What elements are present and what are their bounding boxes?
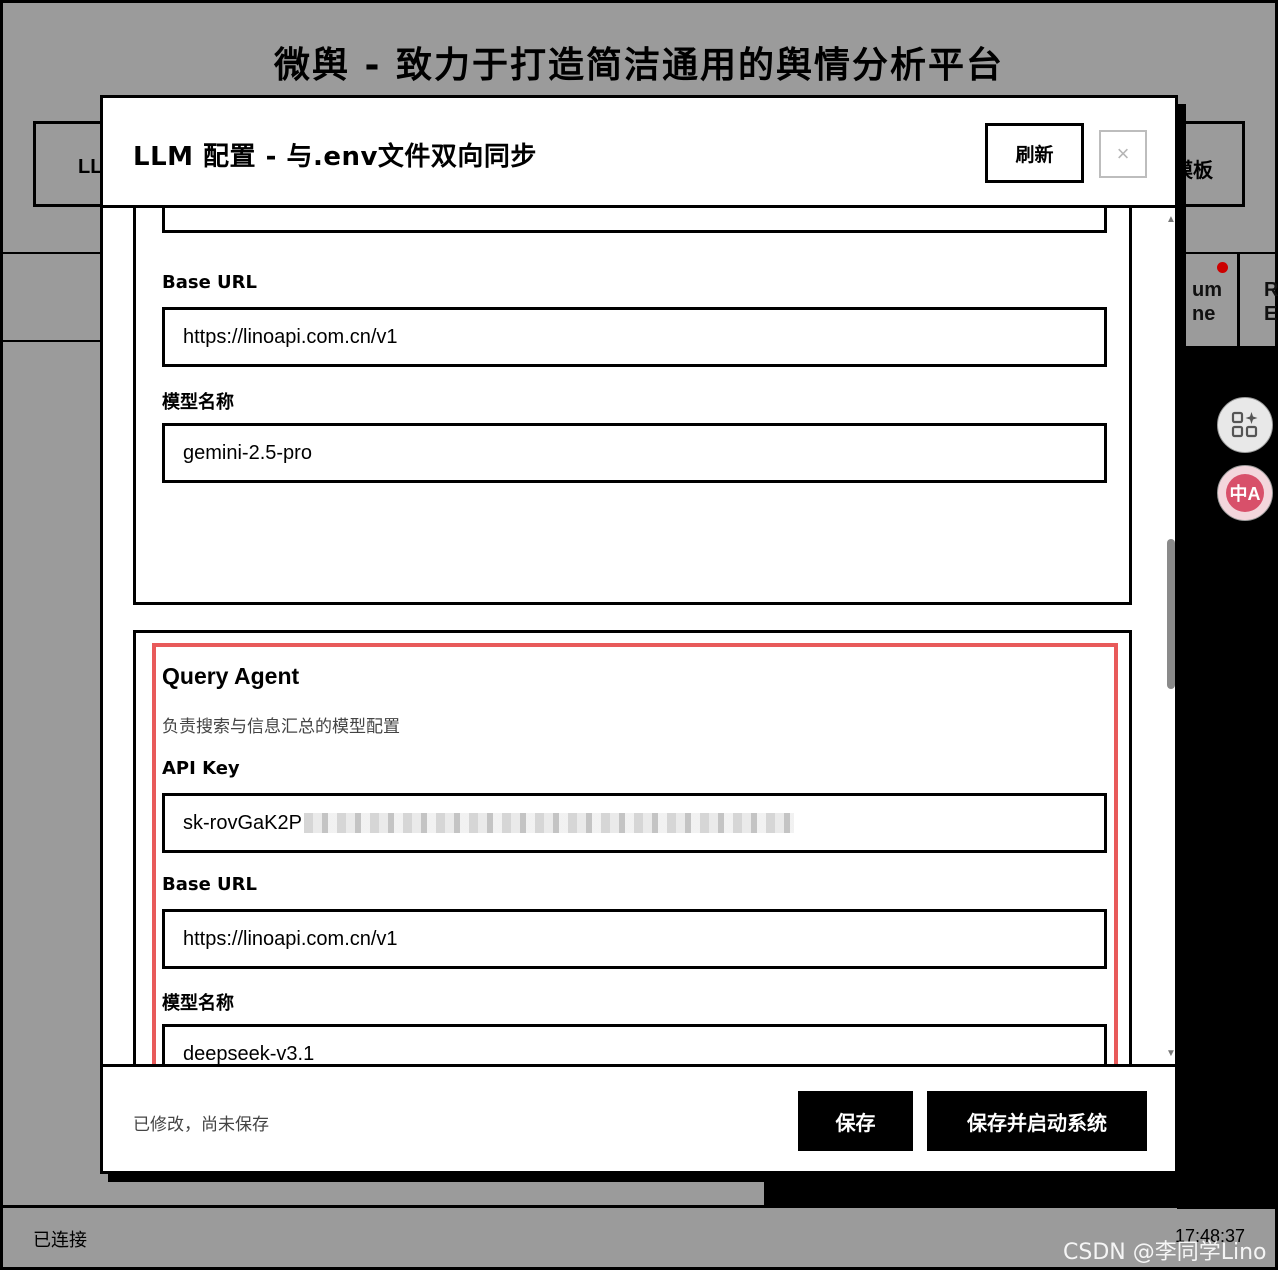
apps-sparkle-button[interactable] xyxy=(1217,397,1273,453)
notification-dot xyxy=(1217,262,1228,273)
engine-tab-label: ne xyxy=(1192,303,1216,325)
engine-tab-label: E xyxy=(1264,303,1278,325)
save-status: 已修改，尚未保存 xyxy=(133,1115,269,1135)
status-bar-divider xyxy=(3,1205,1275,1208)
engine-tab-report[interactable]: R E xyxy=(1237,254,1278,349)
left-column-divider xyxy=(3,340,100,342)
header-divider xyxy=(3,252,100,254)
api-key-field-previous[interactable] xyxy=(162,208,1107,233)
apps-sparkle-icon xyxy=(1231,411,1258,438)
refresh-button[interactable]: 刷新 xyxy=(985,123,1084,183)
translate-button[interactable]: 中A xyxy=(1217,465,1273,521)
redacted-mask xyxy=(303,813,794,833)
scroll-up-arrow-icon[interactable]: ▲ xyxy=(1166,214,1175,225)
base-url-field[interactable]: https://linoapi.com.cn/v1 xyxy=(162,909,1107,969)
modal-title: LLM 配置 - 与.env文件双向同步 xyxy=(133,142,537,172)
app-title: 微舆 - 致力于打造简洁通用的舆情分析平台 xyxy=(273,45,1004,86)
scrollbar-thumb[interactable] xyxy=(1167,539,1175,689)
translate-icon: 中A xyxy=(1226,474,1264,512)
watermark: CSDN @李同学Lino xyxy=(1063,1240,1267,1265)
connection-status: 已连接 xyxy=(33,1230,87,1251)
highlight-box xyxy=(152,643,1118,1064)
api-key-value: sk-rovGaK2P xyxy=(183,811,302,834)
engine-tab-label: R xyxy=(1264,279,1278,301)
base-url-label: Base URL xyxy=(162,272,258,293)
close-button[interactable]: × xyxy=(1099,130,1147,178)
save-button[interactable]: 保存 xyxy=(798,1091,913,1151)
agent-description: 负责搜索与信息汇总的模型配置 xyxy=(162,717,400,737)
tab-label: LL xyxy=(78,156,103,178)
modal-footer: 已修改，尚未保存 保存 保存并启动系统 xyxy=(103,1064,1175,1171)
model-name-label: 模型名称 xyxy=(162,392,234,413)
api-key-label: API Key xyxy=(162,758,240,779)
agent-section-query: Query Agent 负责搜索与信息汇总的模型配置 API Key sk-ro… xyxy=(133,630,1132,1064)
modal-body[interactable]: Base URL https://linoapi.com.cn/v1 模型名称 … xyxy=(103,208,1175,1064)
modal-header: LLM 配置 - 与.env文件双向同步 刷新 × xyxy=(103,98,1175,208)
api-key-field[interactable]: sk-rovGaK2P xyxy=(162,793,1107,853)
base-url-field[interactable]: https://linoapi.com.cn/v1 xyxy=(162,307,1107,367)
scroll-down-arrow-icon[interactable]: ▼ xyxy=(1166,1048,1175,1059)
llm-config-modal: LLM 配置 - 与.env文件双向同步 刷新 × Base URL https… xyxy=(100,95,1178,1174)
engine-tab-label: um xyxy=(1192,279,1222,301)
save-and-start-button[interactable]: 保存并启动系统 xyxy=(927,1091,1147,1151)
close-icon: × xyxy=(1116,141,1130,166)
agent-section-previous: Base URL https://linoapi.com.cn/v1 模型名称 … xyxy=(133,208,1132,605)
engine-tab-forum[interactable]: um ne xyxy=(1177,254,1239,349)
base-url-label: Base URL xyxy=(162,874,258,895)
model-name-field[interactable]: deepseek-v3.1 xyxy=(162,1024,1107,1064)
agent-title: Query Agent xyxy=(162,663,300,689)
status-bar-edge xyxy=(764,1180,1275,1208)
model-name-field[interactable]: gemini-2.5-pro xyxy=(162,423,1107,483)
model-name-label: 模型名称 xyxy=(162,993,234,1014)
